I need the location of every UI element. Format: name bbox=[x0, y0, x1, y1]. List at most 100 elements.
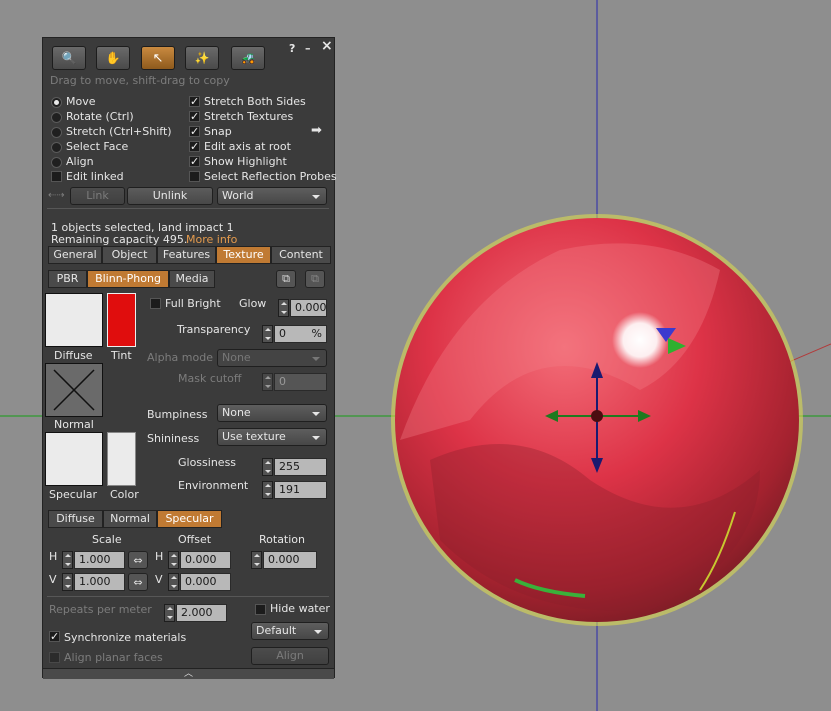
full-bright-checkbox[interactable] bbox=[150, 298, 161, 309]
normal-texture-swatch[interactable] bbox=[45, 363, 103, 417]
subtab-pbr[interactable]: PBR bbox=[48, 270, 87, 288]
edit-axis-label: Edit axis at root bbox=[204, 140, 291, 153]
subtab-blinn-phong[interactable]: Blinn-Phong bbox=[87, 270, 169, 288]
select-face-label: Select Face bbox=[66, 140, 129, 153]
rotate-radio[interactable] bbox=[51, 112, 62, 123]
collapse-bar[interactable]: ︿ bbox=[43, 668, 334, 679]
glossiness-input[interactable]: 255 bbox=[274, 458, 327, 476]
map-tab-diffuse[interactable]: Diffuse bbox=[48, 510, 103, 528]
link-arrows-icon[interactable]: ⇠⇢ bbox=[48, 189, 65, 202]
close-icon[interactable]: × bbox=[321, 39, 333, 53]
tab-general[interactable]: General bbox=[48, 246, 102, 264]
alpha-mode-dropdown[interactable]: None bbox=[217, 349, 327, 367]
move-label: Move bbox=[66, 95, 96, 108]
diffuse-label: Diffuse bbox=[54, 349, 93, 362]
drag-hint: Drag to move, shift-drag to copy bbox=[50, 74, 230, 87]
bumpiness-dropdown[interactable]: None bbox=[217, 404, 327, 422]
scale-h-spinner[interactable] bbox=[62, 551, 73, 569]
color-label: Color bbox=[110, 488, 139, 501]
flip-v-icon[interactable]: ⇔ bbox=[128, 573, 148, 591]
mask-cutoff-spinner[interactable] bbox=[262, 373, 273, 391]
repeats-input[interactable]: 2.000 bbox=[176, 604, 227, 622]
rotation-heading: Rotation bbox=[259, 533, 306, 546]
snap-checkbox[interactable]: ✓ bbox=[189, 126, 200, 137]
show-highlight-checkbox[interactable]: ✓ bbox=[189, 156, 200, 167]
more-info-link[interactable]: More info bbox=[186, 233, 237, 246]
environment-input[interactable]: 191 bbox=[274, 481, 327, 499]
environment-spinner[interactable] bbox=[262, 481, 273, 499]
edit-axis-checkbox[interactable]: ✓ bbox=[189, 141, 200, 152]
snap-arrow-icon[interactable]: ➡ bbox=[311, 124, 322, 137]
select-face-radio[interactable] bbox=[51, 142, 62, 153]
unlink-button[interactable]: Unlink bbox=[127, 187, 213, 205]
offset-h-spinner[interactable] bbox=[168, 551, 179, 569]
no-texture-icon bbox=[53, 369, 95, 411]
hide-water-checkbox[interactable] bbox=[255, 604, 266, 615]
diffuse-texture-swatch[interactable] bbox=[45, 293, 103, 347]
align-planar-checkbox[interactable] bbox=[49, 652, 60, 663]
move-tool-button[interactable]: ✋ bbox=[96, 46, 130, 70]
glow-input[interactable]: 0.000 bbox=[290, 299, 327, 317]
show-highlight-label: Show Highlight bbox=[204, 155, 287, 168]
map-tab-specular[interactable]: Specular bbox=[157, 510, 222, 528]
scale-heading: Scale bbox=[92, 533, 122, 546]
focus-tool-button[interactable]: 🔍 bbox=[52, 46, 86, 70]
separator bbox=[47, 208, 329, 209]
transparency-label: Transparency bbox=[177, 323, 251, 336]
glow-spinner[interactable] bbox=[278, 299, 289, 317]
scale-v-spinner[interactable] bbox=[62, 573, 73, 591]
offset-v-spinner[interactable] bbox=[168, 573, 179, 591]
stretch-textures-checkbox[interactable]: ✓ bbox=[189, 111, 200, 122]
align-label: Align bbox=[66, 155, 94, 168]
scale-h-input[interactable]: 1.000 bbox=[74, 551, 125, 569]
align-button[interactable]: Align bbox=[251, 647, 329, 665]
ruler-frame-dropdown[interactable]: World bbox=[217, 187, 327, 205]
mask-cutoff-input[interactable]: 0 bbox=[274, 373, 327, 391]
rotation-spinner[interactable] bbox=[251, 551, 262, 569]
sun-glare bbox=[612, 312, 668, 368]
help-icon[interactable]: ? bbox=[289, 42, 295, 55]
link-button[interactable]: Link bbox=[70, 187, 125, 205]
offset-h-input[interactable]: 0.000 bbox=[180, 551, 231, 569]
glossiness-spinner[interactable] bbox=[262, 458, 273, 476]
transparency-input[interactable]: 0% bbox=[274, 325, 327, 343]
stretch-radio[interactable] bbox=[51, 127, 62, 138]
reflection-probes-checkbox[interactable] bbox=[189, 171, 200, 182]
environment-label: Environment bbox=[178, 479, 249, 492]
minimize-icon[interactable]: – bbox=[305, 42, 311, 55]
align-default-dropdown[interactable]: Default bbox=[251, 622, 329, 640]
land-bulldozer-icon: 🚜 bbox=[240, 51, 256, 65]
transparency-spinner[interactable] bbox=[262, 325, 273, 343]
move-radio[interactable] bbox=[51, 97, 62, 108]
remaining-capacity: Remaining capacity 495. bbox=[51, 233, 188, 246]
tint-color-swatch[interactable] bbox=[107, 293, 136, 347]
rotation-input[interactable]: 0.000 bbox=[263, 551, 317, 569]
repeats-spinner[interactable] bbox=[164, 604, 175, 622]
edit-linked-checkbox[interactable] bbox=[51, 171, 62, 182]
specular-label: Specular bbox=[49, 488, 98, 501]
map-tab-normal[interactable]: Normal bbox=[103, 510, 157, 528]
edit-tool-button[interactable]: ↖ bbox=[141, 46, 175, 70]
copy-icon[interactable]: ⧉ bbox=[276, 270, 296, 288]
sync-materials-checkbox[interactable]: ✓ bbox=[49, 631, 60, 642]
specular-texture-swatch[interactable] bbox=[45, 432, 103, 486]
tab-texture[interactable]: Texture bbox=[216, 246, 271, 264]
specular-color-swatch[interactable] bbox=[107, 432, 136, 486]
stretch-both-checkbox[interactable]: ✓ bbox=[189, 96, 200, 107]
shininess-label: Shininess bbox=[147, 432, 200, 445]
scale-v-input[interactable]: 1.000 bbox=[74, 573, 125, 591]
move-hand-icon: ✋ bbox=[105, 51, 121, 65]
transparency-value: 0 bbox=[279, 327, 286, 340]
subtab-media[interactable]: Media bbox=[169, 270, 215, 288]
align-radio[interactable] bbox=[51, 157, 62, 168]
flip-h-icon[interactable]: ⇔ bbox=[128, 551, 148, 569]
paste-icon[interactable]: ⧉ bbox=[305, 270, 325, 288]
tab-object[interactable]: Object bbox=[102, 246, 157, 264]
tab-content[interactable]: Content bbox=[271, 246, 331, 264]
tab-features[interactable]: Features bbox=[157, 246, 216, 264]
offset-v-input[interactable]: 0.000 bbox=[180, 573, 231, 591]
land-tool-button[interactable]: 🚜 bbox=[231, 46, 265, 70]
create-tool-button[interactable]: ✨ bbox=[185, 46, 219, 70]
shininess-dropdown[interactable]: Use texture bbox=[217, 428, 327, 446]
create-wand-icon: ✨ bbox=[194, 51, 210, 65]
